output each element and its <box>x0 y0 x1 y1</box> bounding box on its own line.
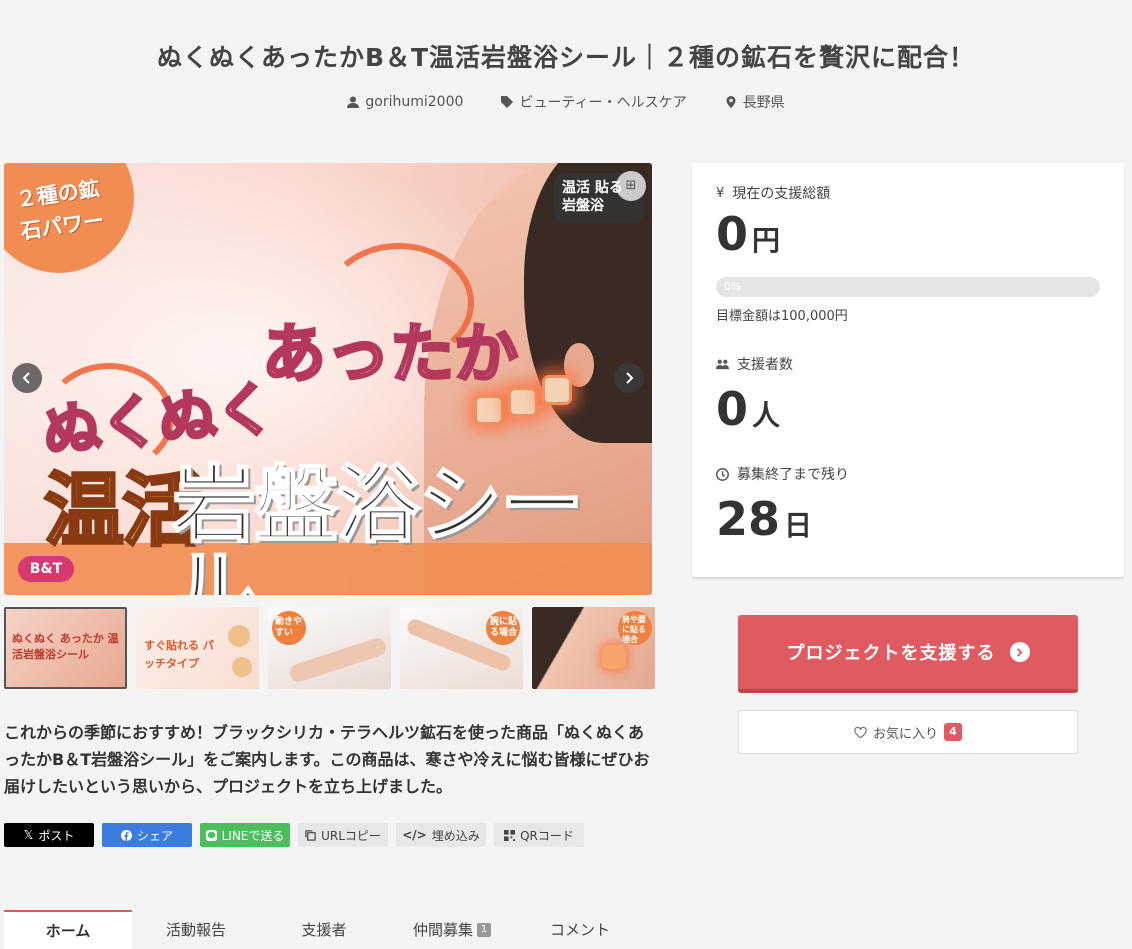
copy-url-button[interactable]: URLコピー <box>298 823 388 847</box>
favorite-count-badge: 4 <box>944 723 962 741</box>
qr-code-button[interactable]: QRコード <box>494 823 584 847</box>
thumbnail-5[interactable]: 肩や腰に貼る場合 <box>532 607 655 689</box>
thumbnail-2[interactable]: すぐ貼れる パッチタイプ <box>136 607 259 689</box>
heart-icon <box>854 726 867 738</box>
headline-attaka: あったか <box>261 317 520 394</box>
clock-icon <box>716 467 729 481</box>
headline-ganbanyoku-seal: 岩盤浴シール <box>171 456 585 595</box>
thumbnail-1[interactable]: ぬくぬく あったか 温活岩盤浴シール <box>4 607 127 689</box>
project-tabs: ホーム 活動報告 支援者 仲間募集 1 コメント <box>4 910 644 949</box>
users-icon <box>716 359 729 369</box>
category-name: ビューティー・ヘルスケア <box>519 95 687 111</box>
thumbnail-strip: ぬくぬく あったか 温活岩盤浴シール すぐ貼れる パッチタイプ 動きやすい 腕に… <box>4 607 655 689</box>
backers-label: 支援者数 <box>716 354 1100 374</box>
remaining-label: 募集終了まで残り <box>716 464 1100 484</box>
tab-supporters[interactable]: 支援者 <box>260 910 388 949</box>
share-line-button[interactable]: LINEで送る <box>200 823 290 847</box>
total-amount: 0 円 <box>716 207 781 261</box>
chevron-right-icon <box>626 372 634 384</box>
facebook-icon <box>120 829 132 841</box>
favorite-button[interactable]: お気に入り 4 <box>738 710 1078 754</box>
embed-button[interactable]: </> 埋め込み <box>396 823 486 847</box>
tag-icon <box>501 96 514 108</box>
funding-stats-panel: ¥ 現在の支援総額 0 円 0% 目標金額は100,000円 支援者数 0 人 … <box>692 163 1124 577</box>
share-x-button[interactable]: 𝕏 ポスト <box>4 823 94 847</box>
yen-icon: ¥ <box>716 185 725 201</box>
progress-percent: 0% <box>724 280 742 293</box>
arrow-right-circle-icon <box>1009 642 1030 662</box>
project-description: これからの季節におすすめ！ブラックシリカ・テラヘルツ鉱石を使った商品「ぬくぬくあ… <box>4 723 650 796</box>
carousel-prev-button[interactable] <box>12 363 42 393</box>
user-icon <box>347 96 360 108</box>
thumbnail-4[interactable]: 腕に貼る場合 <box>400 607 523 689</box>
share-bar: 𝕏 ポスト シェア LINEで送る URLコピー </> 埋め込み QRコード <box>4 823 584 847</box>
chevron-left-icon <box>22 372 30 384</box>
support-project-button[interactable]: プロジェクトを支援する <box>738 615 1078 693</box>
zoom-icon[interactable]: ⊞ <box>616 171 646 201</box>
project-meta: gorihumi2000 ビューティー・ヘルスケア 長野県 <box>0 92 1132 112</box>
recruit-count-badge: 1 <box>477 922 491 937</box>
tab-activity[interactable]: 活動報告 <box>132 910 260 949</box>
location-name: 長野県 <box>742 95 785 111</box>
author-link[interactable]: gorihumi2000 <box>347 92 463 112</box>
backers-count: 0 人 <box>716 382 781 436</box>
goal-amount: 目標金額は100,000円 <box>716 309 848 324</box>
project-title: ぬくぬくあったかB＆T温活岩盤浴シール｜２種の鉱石を贅沢に配合！ <box>156 43 976 72</box>
tab-home[interactable]: ホーム <box>4 910 132 949</box>
carousel-next-button[interactable] <box>614 363 644 393</box>
copy-icon <box>305 829 316 841</box>
remaining-days: 28 日 <box>716 492 813 546</box>
patch-graphic <box>474 395 504 425</box>
funding-progress-bar: 0% <box>716 277 1100 297</box>
author-name: gorihumi2000 <box>365 94 464 110</box>
main-image[interactable]: ２種の鉱石パワー ぬくぬく あったか 温活 岩盤浴シール B&T 温活 貼る岩盤… <box>4 163 652 595</box>
line-icon <box>205 829 217 841</box>
tab-comments[interactable]: コメント <box>516 910 644 949</box>
share-facebook-button[interactable]: シェア <box>102 823 192 847</box>
category-link[interactable]: ビューティー・ヘルスケア <box>501 92 687 112</box>
location-link[interactable]: 長野県 <box>725 92 785 112</box>
tab-recruit[interactable]: 仲間募集 1 <box>388 910 516 949</box>
x-logo-icon: 𝕏 <box>23 828 34 842</box>
code-icon: </> <box>402 828 427 842</box>
map-pin-icon <box>726 96 736 108</box>
qr-icon <box>504 829 516 841</box>
thumbnail-3[interactable]: 動きやすい <box>268 607 391 689</box>
total-label: ¥ 現在の支援総額 <box>716 185 831 203</box>
patch-graphic <box>542 375 572 405</box>
brand-badge: B&T <box>18 556 74 582</box>
